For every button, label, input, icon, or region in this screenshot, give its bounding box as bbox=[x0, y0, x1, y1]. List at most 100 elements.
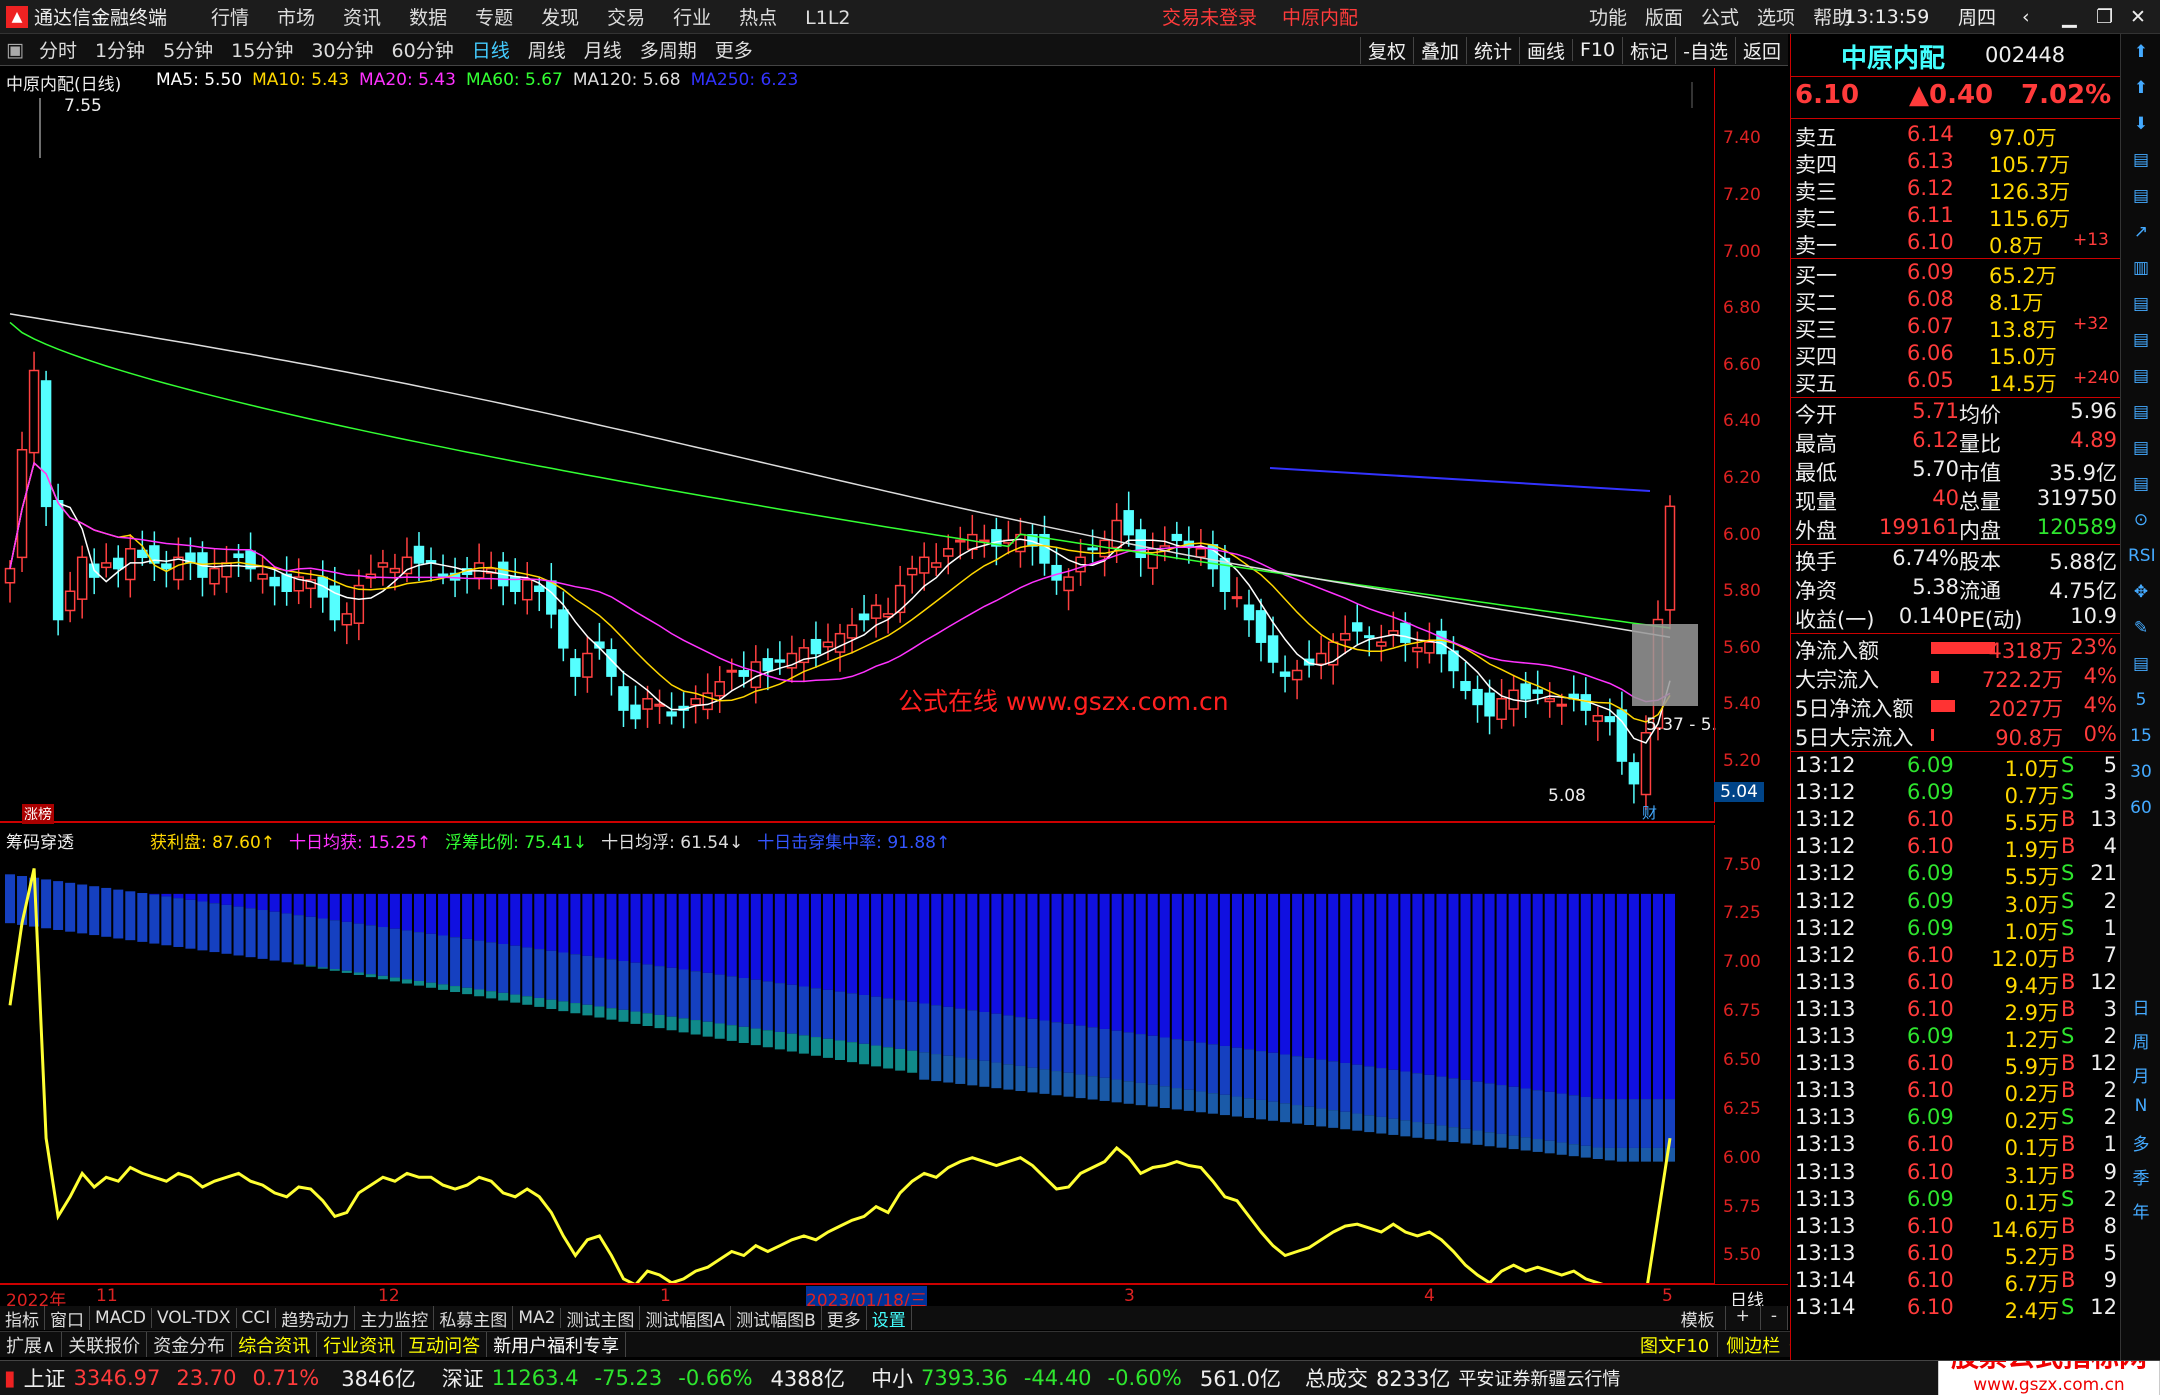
chip-indicator-chart[interactable] bbox=[0, 825, 1714, 1285]
ext-tab-5[interactable]: 互动问答 bbox=[402, 1332, 488, 1357]
right-menu-item-2[interactable]: 公式 bbox=[1701, 3, 1739, 30]
tool-button-7[interactable]: 返回 bbox=[1734, 36, 1788, 64]
kline-chart[interactable] bbox=[0, 68, 1714, 823]
side-period-6[interactable]: 年 bbox=[2128, 1198, 2154, 1224]
side-tool-icon-17[interactable]: ▤ bbox=[2128, 654, 2154, 680]
side-tool-icon-3[interactable]: ▤ bbox=[2128, 150, 2154, 176]
side-tool-icon-6[interactable]: ▥ bbox=[2128, 258, 2154, 284]
indicator-tab-3[interactable]: VOL-TDX bbox=[152, 1308, 237, 1328]
menu-item-1[interactable]: 市场 bbox=[277, 7, 315, 29]
right-menu-item-3[interactable]: 选项 bbox=[1757, 3, 1795, 30]
buy-row-0[interactable]: 买一 6.09 65.2万 bbox=[1791, 260, 2121, 288]
indicator-tab-2[interactable]: MACD bbox=[90, 1308, 152, 1328]
side-tool-icon-19[interactable]: 15 bbox=[2128, 726, 2154, 752]
side-period-1[interactable]: 周 bbox=[2128, 1028, 2154, 1054]
tool-button-2[interactable]: 统计 bbox=[1465, 36, 1519, 64]
sell-row-3[interactable]: 卖二 6.11 115.6万 bbox=[1791, 203, 2121, 231]
ext-tab-0[interactable]: 扩展∧ bbox=[0, 1332, 63, 1357]
indicator-tab-5[interactable]: 趋势动力 bbox=[276, 1306, 356, 1330]
side-tool-icon-5[interactable]: ↗ bbox=[2128, 222, 2154, 248]
period-tab-6[interactable]: 日线 bbox=[463, 36, 519, 63]
menu-item-5[interactable]: 发现 bbox=[541, 7, 579, 29]
period-tab-5[interactable]: 60分钟 bbox=[383, 36, 463, 63]
tool-button-5[interactable]: 标记 bbox=[1622, 36, 1675, 64]
minimize-icon[interactable]: ▁ bbox=[2062, 6, 2077, 28]
tool-button-3[interactable]: 画线 bbox=[1518, 36, 1572, 64]
period-tab-7[interactable]: 周线 bbox=[519, 36, 575, 63]
side-tool-icon-11[interactable]: ▤ bbox=[2128, 438, 2154, 464]
ext-tab-2[interactable]: 资金分布 bbox=[147, 1332, 233, 1357]
side-period-2[interactable]: 月 bbox=[2128, 1062, 2154, 1088]
indicator-tab-8[interactable]: MA2 bbox=[513, 1308, 562, 1328]
side-tool-icon-10[interactable]: ▤ bbox=[2128, 402, 2154, 428]
buy-row-2[interactable]: 买三 6.07 13.8万 +32 bbox=[1791, 314, 2121, 342]
side-tool-icon-7[interactable]: ▤ bbox=[2128, 294, 2154, 320]
menu-item-2[interactable]: 资讯 bbox=[343, 7, 381, 29]
zx-name[interactable]: 中小 bbox=[871, 1363, 913, 1393]
tool-button-1[interactable]: 叠加 bbox=[1412, 36, 1466, 64]
menu-item-0[interactable]: 行情 bbox=[211, 7, 249, 29]
sell-row-0[interactable]: 卖五 6.14 97.0万 bbox=[1791, 122, 2121, 150]
side-tool-icon-2[interactable]: ⬇ bbox=[2128, 114, 2154, 140]
menu-item-4[interactable]: 专题 bbox=[475, 7, 513, 29]
ext-tab-3[interactable]: 综合资讯 bbox=[232, 1332, 318, 1357]
period-tab-10[interactable]: 更多 bbox=[706, 36, 762, 63]
side-period-5[interactable]: 季 bbox=[2128, 1164, 2154, 1190]
period-tab-0[interactable]: 分时 bbox=[30, 36, 86, 63]
menu-item-8[interactable]: 热点 bbox=[739, 7, 777, 29]
period-tab-1[interactable]: 1分钟 bbox=[86, 36, 154, 63]
buy-row-1[interactable]: 买二 6.08 8.1万 bbox=[1791, 287, 2121, 315]
side-tool-icon-8[interactable]: ▤ bbox=[2128, 330, 2154, 356]
side-tool-icon-4[interactable]: ▤ bbox=[2128, 186, 2154, 212]
indicator-tab-11[interactable]: 测试幅图B bbox=[731, 1306, 822, 1330]
side-tool-icon-18[interactable]: 5 bbox=[2128, 690, 2154, 716]
menu-item-7[interactable]: 行业 bbox=[673, 7, 711, 29]
side-tool-icon-15[interactable]: ✥ bbox=[2128, 582, 2154, 608]
right-menu-item-1[interactable]: 版面 bbox=[1645, 3, 1683, 30]
indicator-tab-10[interactable]: 测试幅图A bbox=[640, 1306, 732, 1330]
side-tool-icon-12[interactable]: ▤ bbox=[2128, 474, 2154, 500]
indicator-tab-6[interactable]: 主力监控 bbox=[355, 1306, 435, 1330]
zhen-badge[interactable]: 涨榜 bbox=[22, 804, 54, 824]
menu-item-9[interactable]: L1L2 bbox=[805, 7, 850, 29]
indicator-tab-12[interactable]: 更多 bbox=[822, 1306, 867, 1330]
indicator-tab-7[interactable]: 私募主图 bbox=[434, 1306, 514, 1330]
right-menu-item-0[interactable]: 功能 bbox=[1589, 3, 1627, 30]
tool-button-0[interactable]: 复权 bbox=[1359, 36, 1413, 64]
side-tool-icon-21[interactable]: 60 bbox=[2128, 798, 2154, 824]
side-tool-icon-1[interactable]: ⬆ bbox=[2128, 78, 2154, 104]
side-tool-icon-16[interactable]: ✎ bbox=[2128, 618, 2154, 644]
side-tool-icon-20[interactable]: 30 bbox=[2128, 762, 2154, 788]
template-tab-0[interactable]: 模板 bbox=[1671, 1306, 1726, 1330]
period-tab-8[interactable]: 月线 bbox=[575, 36, 631, 63]
sell-row-2[interactable]: 卖三 6.12 126.3万 bbox=[1791, 176, 2121, 204]
toggle-icon[interactable]: ▣ bbox=[6, 39, 24, 61]
side-tool-icon-0[interactable]: ⬆ bbox=[2128, 42, 2154, 68]
back-icon[interactable]: ‹ bbox=[2022, 6, 2030, 28]
indicator-tab-9[interactable]: 测试主图 bbox=[561, 1306, 641, 1330]
restore-icon[interactable]: ❐ bbox=[2096, 6, 2113, 28]
period-tab-3[interactable]: 15分钟 bbox=[222, 36, 302, 63]
indicator-tab-4[interactable]: CCI bbox=[237, 1308, 277, 1328]
ext-tab-6[interactable]: 新用户福利专享 bbox=[487, 1332, 627, 1357]
ext-right-tab-0[interactable]: 图文F10 bbox=[1632, 1332, 1719, 1357]
cai-badge[interactable]: 财 bbox=[1642, 802, 1657, 823]
side-period-0[interactable]: 日 bbox=[2128, 994, 2154, 1020]
side-tool-icon-14[interactable]: RSI bbox=[2128, 546, 2156, 572]
ext-tab-1[interactable]: 关联报价 bbox=[62, 1332, 148, 1357]
indicator-tab-13[interactable]: 设置 bbox=[867, 1306, 912, 1330]
period-tab-9[interactable]: 多周期 bbox=[631, 36, 706, 63]
template-tab-2[interactable]: - bbox=[1761, 1306, 1788, 1330]
buy-row-3[interactable]: 买四 6.06 15.0万 bbox=[1791, 341, 2121, 369]
sell-row-1[interactable]: 卖四 6.13 105.7万 bbox=[1791, 149, 2121, 177]
sell-row-4[interactable]: 卖一 6.10 0.8万 +13 bbox=[1791, 230, 2121, 258]
tool-button-4[interactable]: F10 bbox=[1572, 39, 1622, 61]
period-tab-4[interactable]: 30分钟 bbox=[302, 36, 382, 63]
indicator-tab-0[interactable]: 指标 bbox=[0, 1306, 45, 1330]
ext-tab-4[interactable]: 行业资讯 bbox=[317, 1332, 403, 1357]
trade-status[interactable]: 交易未登录 bbox=[1162, 3, 1257, 30]
tool-button-6[interactable]: -自选 bbox=[1675, 36, 1735, 64]
side-tool-icon-13[interactable]: ⊙ bbox=[2128, 510, 2154, 536]
side-tool-icon-9[interactable]: ▤ bbox=[2128, 366, 2154, 392]
template-tab-1[interactable]: + bbox=[1726, 1306, 1761, 1330]
